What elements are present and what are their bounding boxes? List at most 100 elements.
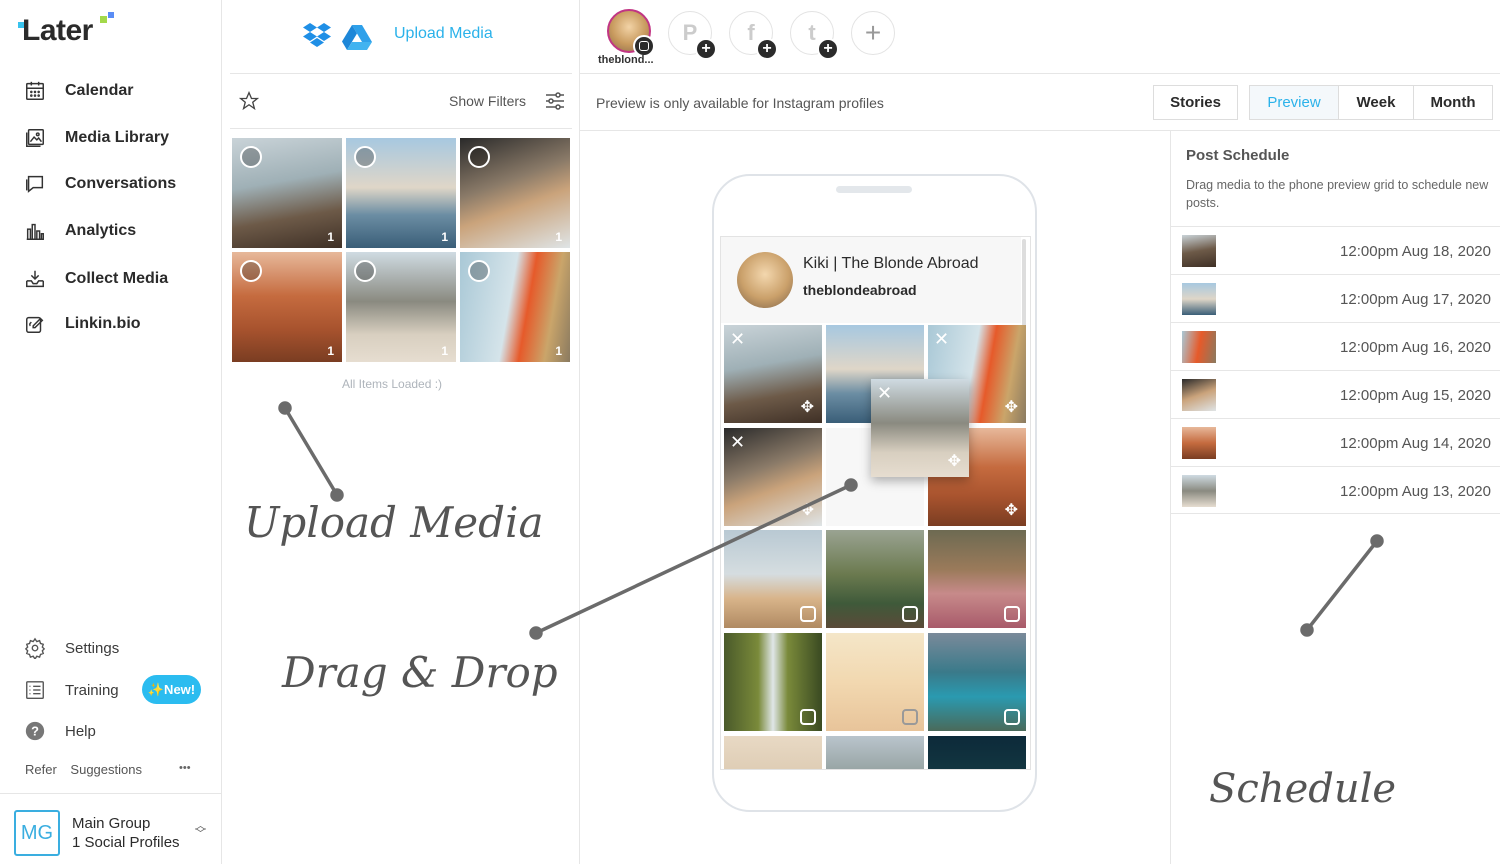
schedule-row[interactable]: 12:00pm Aug 15, 2020 [1171, 370, 1500, 418]
sidebar-item-conversations[interactable]: Conversations [24, 169, 176, 199]
media-thumb[interactable]: 1 [232, 138, 342, 248]
schedule-row[interactable]: 12:00pm Aug 17, 2020 [1171, 274, 1500, 322]
tab-month[interactable]: Month [1413, 85, 1493, 120]
star-icon[interactable] [239, 91, 259, 111]
group-avatar: MG [14, 810, 60, 856]
schedule-thumb [1182, 379, 1216, 411]
close-icon[interactable]: ✕ [730, 432, 745, 453]
sidebar-item-analytics[interactable]: Analytics [24, 216, 136, 246]
group-subtitle: 1 Social Profiles [72, 834, 180, 851]
grid-post[interactable] [928, 736, 1026, 769]
grid-post[interactable] [928, 530, 1026, 628]
schedule-row[interactable]: 12:00pm Aug 18, 2020 [1171, 226, 1500, 274]
sidebar-item-label: Linkin.bio [65, 315, 141, 332]
add-twitter-button[interactable]: t + [790, 11, 839, 60]
move-icon[interactable]: ✥ [1005, 397, 1018, 417]
post-schedule-description: Drag media to the phone preview grid to … [1186, 178, 1489, 210]
grid-post[interactable] [724, 736, 822, 769]
phone-speaker [836, 186, 912, 193]
schedule-annotation: Schedule [1209, 766, 1397, 812]
schedule-row[interactable]: 12:00pm Aug 13, 2020 [1171, 466, 1500, 514]
schedule-thumb [1182, 283, 1216, 315]
media-thumb[interactable]: 1 [460, 252, 570, 362]
instagram-profile-avatar[interactable] [607, 9, 655, 57]
sidebar-item-linkin-bio[interactable]: Linkin.bio [24, 309, 141, 339]
preview-notice: Preview is only available for Instagram … [596, 95, 884, 111]
suggestions-link[interactable]: Suggestions [70, 762, 142, 777]
later-logo[interactable]: Later [18, 12, 114, 48]
media-thumb[interactable]: 1 [232, 252, 342, 362]
dropbox-icon[interactable] [302, 22, 332, 50]
display-name: Kiki | The Blonde Abroad [803, 255, 979, 272]
usage-count: 1 [555, 230, 562, 244]
instagram-icon [1004, 709, 1020, 725]
sidebar-item-calendar[interactable]: Calendar [24, 76, 133, 106]
dragging-post[interactable]: ✕ ✥ [871, 379, 969, 477]
grid-post[interactable] [724, 633, 822, 731]
grid-post[interactable] [826, 633, 924, 731]
filter-sliders-icon[interactable] [545, 92, 565, 110]
sidebar-item-label: Analytics [65, 222, 137, 239]
grid-post[interactable] [826, 530, 924, 628]
help-icon: ? [25, 721, 45, 741]
select-check-icon[interactable] [354, 260, 376, 282]
avatar [737, 252, 793, 308]
sidebar-item-media-library[interactable]: Media Library [24, 123, 169, 153]
media-thumb[interactable]: 1 [346, 138, 456, 248]
move-icon[interactable]: ✥ [801, 500, 814, 520]
add-facebook-button[interactable]: f + [729, 11, 778, 60]
add-pinterest-button[interactable]: P + [668, 11, 717, 60]
upload-media-annotation: Upload Media [244, 498, 544, 547]
instagram-handle: theblondeabroad [803, 282, 917, 298]
select-check-icon[interactable] [468, 260, 490, 282]
phone-preview: Kiki | The Blonde Abroad theblondeabroad… [712, 174, 1037, 812]
sidebar-item-label: Media Library [65, 129, 170, 146]
sidebar-item-help[interactable]: ? Help [24, 716, 96, 746]
refer-link[interactable]: Refer [25, 762, 57, 777]
google-drive-icon[interactable] [342, 24, 372, 50]
tab-preview[interactable]: Preview [1249, 85, 1339, 120]
usage-count: 1 [441, 230, 448, 244]
upload-media-link[interactable]: Upload Media [394, 25, 493, 43]
move-icon[interactable]: ✥ [948, 451, 961, 471]
group-switcher[interactable]: MG Main Group 1 Social Profiles ︿ ﹀ [0, 793, 222, 864]
media-thumb[interactable]: 1 [346, 252, 456, 362]
schedule-thumb [1182, 331, 1216, 363]
grid-post[interactable] [826, 736, 924, 769]
select-check-icon[interactable] [240, 260, 262, 282]
schedule-row[interactable]: 12:00pm Aug 16, 2020 [1171, 322, 1500, 370]
sidebar-item-settings[interactable]: Settings [24, 633, 119, 663]
profile-header: Kiki | The Blonde Abroad theblondeabroad [721, 237, 1021, 323]
schedule-time: 12:00pm Aug 16, 2020 [1340, 339, 1491, 356]
sidebar-item-collect-media[interactable]: Collect Media [24, 264, 168, 294]
move-icon[interactable]: ✥ [1005, 500, 1018, 520]
grid-post[interactable] [724, 530, 822, 628]
schedule-row[interactable]: 12:00pm Aug 14, 2020 [1171, 418, 1500, 466]
media-thumb[interactable]: 1 [460, 138, 570, 248]
app-root: Later Calendar Media Library Conversatio… [0, 0, 1500, 864]
select-check-icon[interactable] [354, 146, 376, 168]
sidebar-item-label: Calendar [65, 82, 134, 99]
sidebar-item-label: Conversations [65, 175, 177, 192]
grid-post[interactable]: ✕ ✥ [724, 325, 822, 423]
grid-post[interactable]: ✕ ✥ [724, 428, 822, 526]
show-filters-button[interactable]: Show Filters [449, 93, 526, 109]
media-library-panel: Upload Media Show Filters 1 1 1 1 1 1 Al… [222, 0, 580, 864]
group-name: Main Group [72, 815, 151, 832]
select-check-icon[interactable] [468, 146, 490, 168]
schedule-thumb [1182, 427, 1216, 459]
download-tray-icon [26, 270, 44, 288]
add-profile-button[interactable]: + [851, 11, 895, 55]
schedule-thumb [1182, 475, 1216, 507]
plus-icon: + [817, 38, 839, 60]
close-icon[interactable]: ✕ [730, 329, 745, 350]
tab-stories[interactable]: Stories [1153, 85, 1238, 120]
close-icon[interactable]: ✕ [877, 383, 892, 404]
grid-post[interactable] [928, 633, 1026, 731]
more-menu-icon[interactable]: ••• [179, 762, 191, 774]
sidebar-item-training[interactable]: Training [24, 675, 119, 705]
select-check-icon[interactable] [240, 146, 262, 168]
tab-week[interactable]: Week [1338, 85, 1414, 120]
move-icon[interactable]: ✥ [801, 397, 814, 417]
close-icon[interactable]: ✕ [934, 329, 949, 350]
